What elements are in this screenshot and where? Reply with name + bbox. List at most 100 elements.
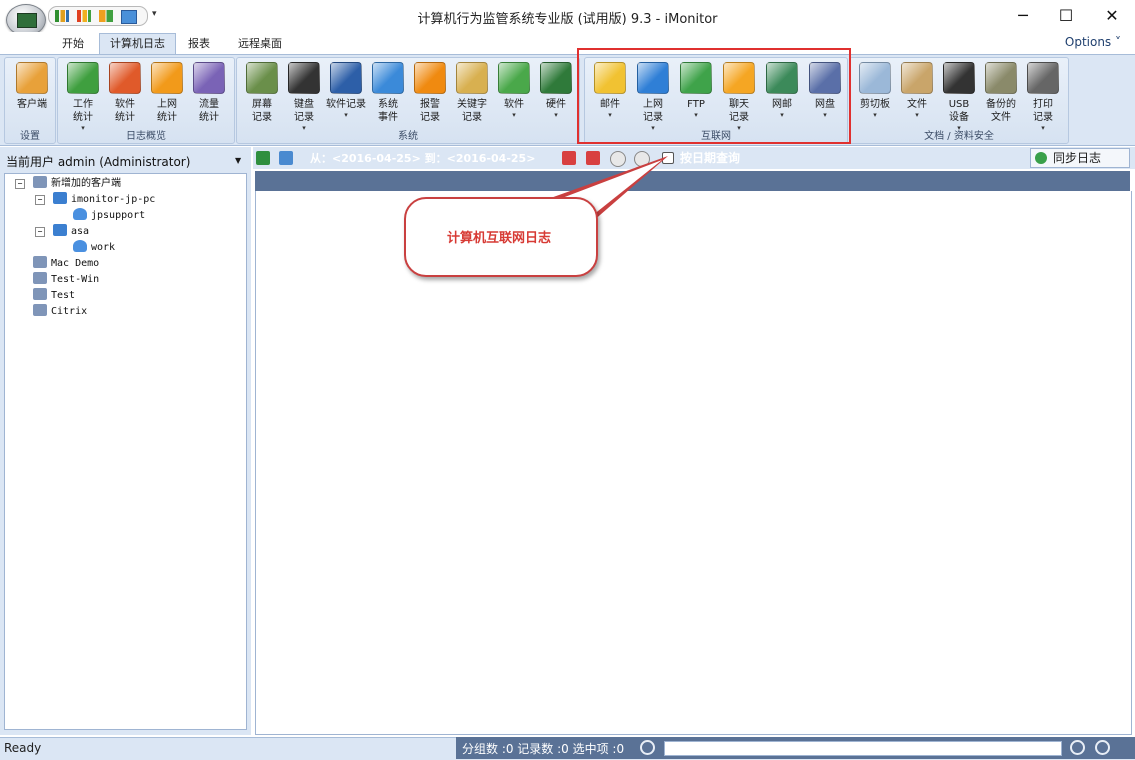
ribbon-button-windows-event[interactable]: 系统 事件 [367,62,409,124]
ribbon-button-software-stats[interactable]: 软件 统计 [104,62,146,124]
tree-node-label: jpsupport [91,210,146,221]
tree-node[interactable]: − imonitor-jp-pc [35,192,155,208]
ribbon-group-0: 客户端 设置 [4,57,56,144]
calendar-range-icon[interactable] [586,151,600,165]
alert-icon [414,62,446,94]
collapse-toggle-icon[interactable]: − [35,195,45,205]
ribbon-button-traffic-stats[interactable]: 流量 统计 [188,62,230,124]
group-icon [33,272,47,284]
ribbon-button-label: 备份的 文件 [986,99,1016,123]
software-install-icon [498,62,530,94]
group-icon [33,256,47,268]
ribbon-button-label: 硬件 [546,99,566,110]
zoom-in-icon[interactable] [1070,740,1085,755]
software-stats-icon [109,62,141,94]
ribbon-button-label: 屏幕 记录 [252,99,272,123]
sync-log-button[interactable]: 同步日志 [1030,148,1130,168]
ribbon-button-backup[interactable]: 备份的 文件 [980,62,1022,124]
tree-node[interactable]: Test [33,288,75,304]
dropdown-arrow-icon: ▾ [915,111,919,119]
tree-node-label: Test [51,290,76,301]
web-stats-icon [151,62,183,94]
ribbon-button-work-stats[interactable]: 工作 统计 ▾ [62,62,104,132]
user-icon [73,208,87,220]
ribbon-button-label: 上网 统计 [157,99,177,123]
export-image-icon[interactable] [279,151,293,165]
highlight-box [577,48,851,144]
ribbon-group-label: 日志概览 [126,131,166,142]
ribbon-group-1: 工作 统计 ▾ 软件 统计 上网 统计 流量 统计日志概览 [57,57,235,144]
traffic-stats-icon [193,62,225,94]
export-excel-icon[interactable] [256,151,270,165]
tree-node[interactable]: − 新增加的客户端 [15,176,121,192]
tree-node-label: Test-Win [51,274,100,285]
date-range[interactable]: 从：<2016-04-25> 到：<2016-04-25> [310,150,535,166]
ribbon-button-file[interactable]: 文件 ▾ [896,62,938,119]
ribbon-button-keyboard[interactable]: 键盘 记录 ▾ [283,62,325,132]
status-counts: 分组数 :0 记录数 :0 选中项 :0 [462,742,625,756]
chevron-down-icon[interactable]: ▼ [235,156,241,165]
tree-node[interactable]: Citrix [33,304,87,320]
ribbon-button-screen-record[interactable]: 屏幕 记录 [241,62,283,124]
log-grid-header [255,171,1130,191]
tab-computer-log[interactable]: 计算机日志 [99,33,176,54]
tree-node-label: 新增加的客户端 [51,178,121,189]
ribbon-button-label: 剪切板 [860,99,890,110]
ribbon-button-clipboard-star[interactable]: 剪切板 ▾ [854,62,896,119]
minimize-button[interactable]: ─ [1000,0,1046,31]
collapse-toggle-icon[interactable]: − [15,179,25,189]
date-query-checkbox[interactable] [662,152,674,164]
ribbon-button-label: 软件 统计 [115,99,135,123]
ribbon-group-label: 文档 / 资料安全 [924,131,994,142]
search-icon[interactable] [640,740,655,755]
tree-node[interactable]: Test-Win [33,272,99,288]
log-grid[interactable] [255,191,1132,735]
clipboard-star-icon [859,62,891,94]
ribbon-button-software-record[interactable]: 软件记录 ▾ [325,62,367,119]
ribbon-button-keyword[interactable]: 关键字 记录 [451,62,493,124]
tab-remote-desktop[interactable]: 远程桌面 [228,34,292,54]
ribbon-group-label: 系统 [398,131,418,142]
user-icon [73,240,87,252]
screen-record-icon [246,62,278,94]
ribbon-button-web-stats[interactable]: 上网 统计 [146,62,188,124]
tree-node[interactable]: work [73,240,115,256]
work-stats-icon [67,62,99,94]
ribbon-group-2: 屏幕 记录 键盘 记录 ▾ 软件记录 ▾ 系统 事件 报警 记录 关键字 记录 软件 ▾ 硬件 ▾ 系统 [236,57,580,144]
ribbon-button-software-install[interactable]: 软件 ▾ [493,62,535,119]
group-icon [33,288,47,300]
play-icon[interactable] [634,151,650,167]
tree-node[interactable]: jpsupport [73,208,145,224]
search-input[interactable] [664,741,1062,756]
options-button[interactable]: Options ˅ [1065,35,1121,49]
tree-node-label: work [91,242,116,253]
dropdown-arrow-icon: ▾ [873,111,877,119]
dropdown-arrow-icon: ▾ [512,111,516,119]
ribbon-button-label: 流量 统计 [199,99,219,123]
tab-start[interactable]: 开始 [52,34,94,54]
dropdown-arrow-icon: ▾ [344,111,348,119]
collapse-toggle-icon[interactable]: − [35,227,45,237]
ribbon-button-label: 客户端 [17,99,47,110]
zoom-out-icon[interactable] [1095,740,1110,755]
ribbon-button-usb[interactable]: USB 设备 ▾ [938,62,980,132]
ribbon-button-label: 键盘 记录 [294,99,314,123]
ribbon-button-label: 打印 记录 [1033,99,1053,123]
ribbon-tabs: 开始 计算机日志 报表 远程桌面 [0,32,1135,54]
tree-node[interactable]: − asa [35,224,89,240]
keyboard-icon [288,62,320,94]
ribbon-button-printer[interactable]: 打印 记录 ▾ [1022,62,1064,132]
maximize-button[interactable]: ☐ [1043,0,1089,31]
ribbon-button-alert[interactable]: 报警 记录 [409,62,451,124]
close-button[interactable]: ✕ [1089,0,1135,31]
tab-report[interactable]: 报表 [178,34,220,54]
calendar-icon[interactable] [562,151,576,165]
date-query-label: 按日期查询 [680,151,741,165]
ribbon-button-client-settings[interactable]: 客户端 [11,62,53,111]
clock-icon[interactable] [610,151,626,167]
ribbon-button-label: 软件 [504,99,524,110]
group-icon [33,176,47,188]
ribbon-button-hardware[interactable]: 硬件 ▾ [535,62,577,119]
software-record-icon [330,62,362,94]
tree-node[interactable]: Mac Demo [33,256,99,272]
